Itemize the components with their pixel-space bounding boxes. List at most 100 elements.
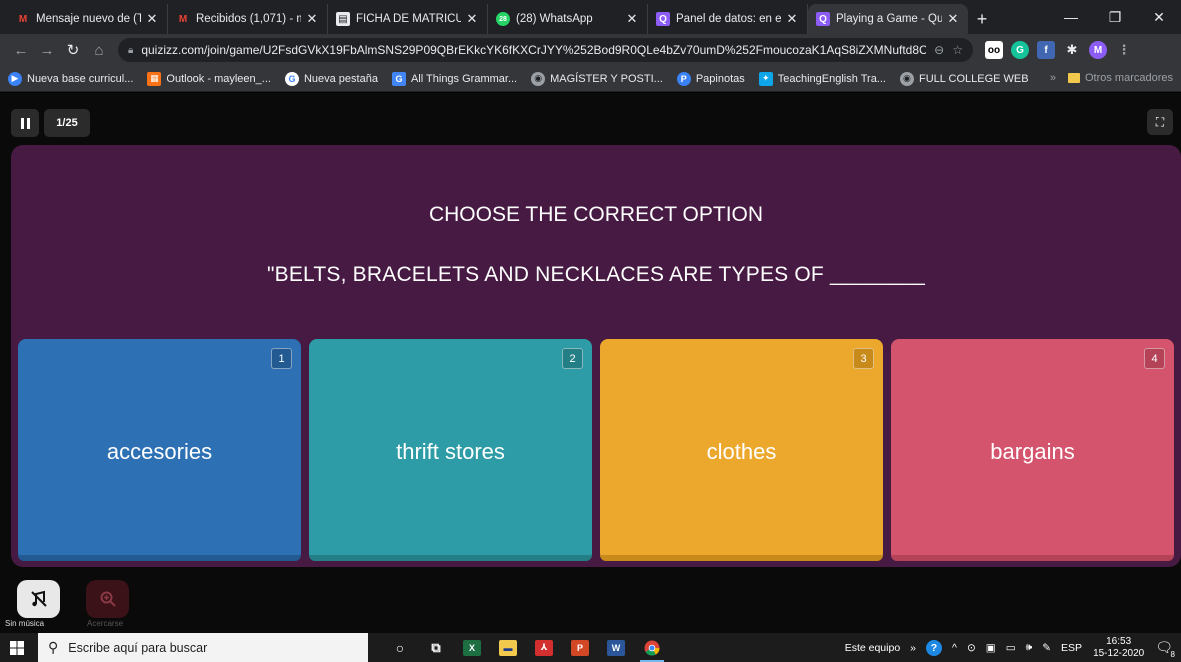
start-button[interactable] xyxy=(4,633,30,662)
file-explorer-icon[interactable]: ▬ xyxy=(490,633,526,662)
menu-icon[interactable]: ⋮ xyxy=(1115,41,1133,59)
close-icon[interactable]: ✕ xyxy=(145,11,159,27)
bookmark-item[interactable]: G All Things Grammar... xyxy=(391,71,517,86)
zoom-icon[interactable]: ⊖ xyxy=(934,43,944,57)
option-3[interactable]: 3 clothes xyxy=(600,339,883,561)
option-2[interactable]: 2 thrift stores xyxy=(309,339,592,561)
tab-ficha-matricula[interactable]: ▤ FICHA DE MATRÍCULA ✕ xyxy=(328,4,488,34)
fullscreen-button[interactable]: ⛶ xyxy=(1147,109,1173,135)
word-icon[interactable]: W xyxy=(598,633,634,662)
music-toggle-button[interactable] xyxy=(17,580,60,618)
tab-title: Panel de datos: en ejec xyxy=(676,13,781,25)
reload-icon[interactable]: ↻ xyxy=(60,41,86,59)
bookmark-item[interactable]: P Papinotas xyxy=(676,71,745,86)
chevron-right-icon[interactable]: » xyxy=(910,642,916,654)
chrome-icon[interactable] xyxy=(634,633,670,662)
tab-panel-datos[interactable]: Q Panel de datos: en ejec ✕ xyxy=(648,4,808,34)
battery-icon[interactable]: ▭ xyxy=(1006,642,1016,654)
back-icon[interactable]: ← xyxy=(8,42,34,59)
close-icon[interactable]: ✕ xyxy=(625,11,639,27)
windows-taskbar: ⚲ Escribe aquí para buscar ○ ⧉ X ▬ ⅄ P W… xyxy=(0,633,1181,662)
tray-app-icon[interactable]: ⊙ xyxy=(967,642,976,654)
browser-toolbar: ← → ↻ ⌂ 🔒︎ quizizz.com/join/game/U2FsdGV… xyxy=(0,34,1181,66)
grammarly-icon[interactable]: G xyxy=(1011,41,1029,59)
bookmark-item[interactable]: ◉ MAGÍSTER Y POSTI... xyxy=(531,71,663,86)
powerpoint-icon[interactable]: P xyxy=(562,633,598,662)
close-icon[interactable]: ✕ xyxy=(465,11,479,27)
restore-icon[interactable]: ❐ xyxy=(1093,0,1137,34)
bookmark-item[interactable]: ◉ FULL COLLEGE WEB xyxy=(899,71,1029,86)
clock[interactable]: 16:53 15-12-2020 xyxy=(1093,636,1144,660)
gmail-icon: M xyxy=(18,13,28,25)
notifications-icon[interactable]: 🗨︎ 8 xyxy=(1155,639,1177,659)
clock-time: 16:53 xyxy=(1106,635,1132,647)
option-number: 1 xyxy=(271,348,292,369)
extensions-area: oo G f ✱ M ⋮ xyxy=(985,41,1133,59)
address-bar[interactable]: 🔒︎ quizizz.com/join/game/U2FsdGVkX19FbAl… xyxy=(118,38,973,62)
pause-button[interactable] xyxy=(11,109,39,137)
bookmark-item[interactable]: G Nueva pestaña xyxy=(284,71,378,86)
close-icon[interactable]: ✕ xyxy=(946,11,960,27)
clock-date: 15-12-2020 xyxy=(1093,647,1145,659)
outlook-icon: ▦ xyxy=(147,71,162,86)
home-icon[interactable]: ⌂ xyxy=(86,42,112,59)
acrobat-icon[interactable]: ⅄ xyxy=(526,633,562,662)
bookmark-item[interactable]: ✦ TeachingEnglish Tra... xyxy=(758,71,886,86)
system-tray: Este equipo » ? ^ ⊙ ▣ ▭ 🕪︎ ✎ ESP 16:53 1… xyxy=(840,633,1181,662)
facebook-icon[interactable]: f xyxy=(1037,41,1055,59)
document-icon: ▤ xyxy=(336,12,350,26)
google-icon: G xyxy=(391,71,406,86)
window-controls: — ❐ ✕ xyxy=(1049,0,1181,34)
tray-app-icon[interactable]: ▣ xyxy=(986,642,996,654)
chevron-up-icon[interactable]: ^ xyxy=(952,642,957,654)
google-icon: G xyxy=(284,71,299,86)
tab-whatsapp[interactable]: 28 (28) WhatsApp ✕ xyxy=(488,4,648,34)
pen-icon[interactable]: ✎ xyxy=(1042,642,1051,654)
option-1[interactable]: 1 accesories xyxy=(18,339,301,561)
windows-icon xyxy=(10,640,24,655)
tab-title: FICHA DE MATRÍCULA xyxy=(356,13,461,25)
question-counter: 1/25 xyxy=(44,109,90,137)
tab-gmail-inbox[interactable]: M Recibidos (1,071) - moy ✕ xyxy=(168,4,328,34)
minimize-icon[interactable]: — xyxy=(1049,0,1093,34)
other-bookmarks[interactable]: » Otros marcadores xyxy=(1050,72,1173,84)
avatar[interactable]: M xyxy=(1089,41,1107,59)
close-icon[interactable]: ✕ xyxy=(785,11,799,27)
globe-icon: ◉ xyxy=(899,71,914,86)
taskbar-search[interactable]: ⚲ Escribe aquí para buscar xyxy=(38,633,368,662)
tab-gmail-compose[interactable]: M Mensaje nuevo de (Tut ✕ xyxy=(8,4,168,34)
cortana-icon[interactable]: ○ xyxy=(382,633,418,662)
option-label: thrift stores xyxy=(396,439,505,464)
zoom-button[interactable] xyxy=(86,580,129,618)
language-indicator[interactable]: ESP xyxy=(1061,642,1082,654)
option-number: 2 xyxy=(562,348,583,369)
bookmark-icon: ▶ xyxy=(8,71,22,86)
bookmark-item[interactable]: ▦ Outlook - mayleen_... xyxy=(147,71,271,86)
option-label: clothes xyxy=(706,439,777,464)
volume-icon[interactable]: 🕪︎ xyxy=(1026,641,1033,654)
option-4[interactable]: 4 bargains xyxy=(891,339,1174,561)
tab-playing-game[interactable]: Q Playing a Game - Quiziz ✕ xyxy=(808,4,968,34)
option-number: 4 xyxy=(1144,348,1165,369)
task-view-icon[interactable]: ⧉ xyxy=(418,633,454,662)
extension-icon[interactable]: oo xyxy=(985,41,1003,59)
new-tab-button[interactable]: + xyxy=(968,4,996,34)
help-icon[interactable]: ? xyxy=(926,639,943,656)
option-label: bargains xyxy=(990,439,1075,464)
option-label: accesories xyxy=(106,439,213,464)
bookmark-star-icon[interactable]: ☆ xyxy=(952,43,963,57)
browser-tab-strip: M Mensaje nuevo de (Tut ✕ M Recibidos (1… xyxy=(0,0,1181,34)
forward-icon[interactable]: → xyxy=(34,42,60,59)
chevron-right-icon: » xyxy=(1049,72,1056,84)
bookmark-item[interactable]: ▶ Nueva base curricul... xyxy=(8,71,133,86)
close-icon[interactable]: ✕ xyxy=(305,11,319,27)
este-equipo-toolbar[interactable]: Este equipo xyxy=(845,642,900,654)
zoom-label: Acercarse xyxy=(87,619,124,628)
close-window-icon[interactable]: ✕ xyxy=(1137,0,1181,34)
excel-icon[interactable]: X xyxy=(454,633,490,662)
question-text: "BELTS, BRACELETS AND NECKLACES ARE TYPE… xyxy=(266,263,926,286)
puzzle-icon[interactable]: ✱ xyxy=(1063,41,1081,59)
url-text: quizizz.com/join/game/U2FsdGVkX19FbAlmSN… xyxy=(141,43,927,57)
whatsapp-icon: 28 xyxy=(496,12,510,26)
lock-icon: 🔒︎ xyxy=(128,44,134,56)
